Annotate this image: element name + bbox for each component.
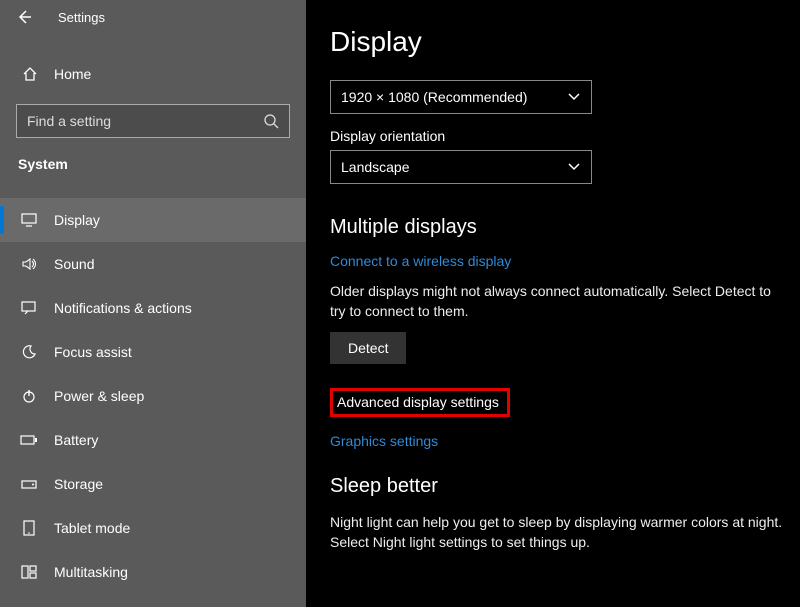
nav-item-multitasking[interactable]: Multitasking bbox=[0, 550, 306, 594]
wireless-display-link[interactable]: Connect to a wireless display bbox=[330, 253, 800, 269]
detect-button[interactable]: Detect bbox=[330, 332, 406, 364]
sidebar: Settings Home System Display Sound Notif… bbox=[0, 0, 306, 607]
drive-icon bbox=[18, 478, 40, 490]
nav-label: Power & sleep bbox=[54, 388, 144, 404]
multitask-icon bbox=[18, 565, 40, 579]
tablet-icon bbox=[18, 520, 40, 536]
advanced-display-link[interactable]: Advanced display settings bbox=[330, 388, 510, 417]
speaker-icon bbox=[18, 257, 40, 271]
section-label: System bbox=[0, 138, 306, 180]
orientation-select[interactable]: Landscape bbox=[330, 150, 592, 184]
sleep-better-body: Night light can help you get to sleep by… bbox=[330, 512, 800, 553]
home-button[interactable]: Home bbox=[0, 54, 306, 94]
search-box[interactable] bbox=[16, 104, 290, 138]
detect-hint: Older displays might not always connect … bbox=[330, 281, 780, 322]
nav-item-battery[interactable]: Battery bbox=[0, 418, 306, 462]
page-title: Display bbox=[330, 26, 800, 58]
message-icon bbox=[18, 301, 40, 315]
nav-label: Display bbox=[54, 212, 100, 228]
graphics-settings-link[interactable]: Graphics settings bbox=[330, 433, 800, 449]
arrow-left-icon bbox=[16, 9, 32, 25]
nav-label: Focus assist bbox=[54, 344, 132, 360]
orientation-label: Display orientation bbox=[330, 128, 800, 144]
main-content: Display 1920 × 1080 (Recommended) Displa… bbox=[306, 0, 800, 607]
nav-item-storage[interactable]: Storage bbox=[0, 462, 306, 506]
nav-label: Battery bbox=[54, 432, 98, 448]
nav-item-sound[interactable]: Sound bbox=[0, 242, 306, 286]
orientation-value: Landscape bbox=[341, 159, 410, 175]
home-label: Home bbox=[54, 66, 91, 82]
sleep-better-heading: Sleep better bbox=[330, 475, 800, 498]
search-input[interactable] bbox=[27, 113, 263, 129]
nav-item-notifications[interactable]: Notifications & actions bbox=[0, 286, 306, 330]
power-icon bbox=[18, 389, 40, 403]
resolution-value: 1920 × 1080 (Recommended) bbox=[341, 89, 527, 105]
resolution-select[interactable]: 1920 × 1080 (Recommended) bbox=[330, 80, 592, 114]
nav-label: Multitasking bbox=[54, 564, 128, 580]
advanced-display-label: Advanced display settings bbox=[337, 394, 499, 410]
title-bar: Settings bbox=[0, 0, 306, 34]
nav-label: Storage bbox=[54, 476, 103, 492]
back-button[interactable] bbox=[12, 5, 36, 29]
nav-list: Display Sound Notifications & actions Fo… bbox=[0, 198, 306, 594]
chevron-down-icon bbox=[567, 92, 581, 102]
nav-label: Sound bbox=[54, 256, 94, 272]
home-icon bbox=[18, 66, 42, 82]
chevron-down-icon bbox=[567, 162, 581, 172]
search-icon bbox=[263, 113, 279, 129]
nav-label: Tablet mode bbox=[54, 520, 130, 536]
nav-item-power-sleep[interactable]: Power & sleep bbox=[0, 374, 306, 418]
nav-item-display[interactable]: Display bbox=[0, 198, 306, 242]
battery-icon bbox=[18, 434, 40, 446]
nav-item-focus-assist[interactable]: Focus assist bbox=[0, 330, 306, 374]
monitor-icon bbox=[18, 213, 40, 227]
multiple-displays-heading: Multiple displays bbox=[330, 216, 800, 239]
moon-icon bbox=[18, 345, 40, 359]
nav-item-tablet-mode[interactable]: Tablet mode bbox=[0, 506, 306, 550]
window-title: Settings bbox=[58, 10, 105, 25]
nav-label: Notifications & actions bbox=[54, 300, 192, 316]
